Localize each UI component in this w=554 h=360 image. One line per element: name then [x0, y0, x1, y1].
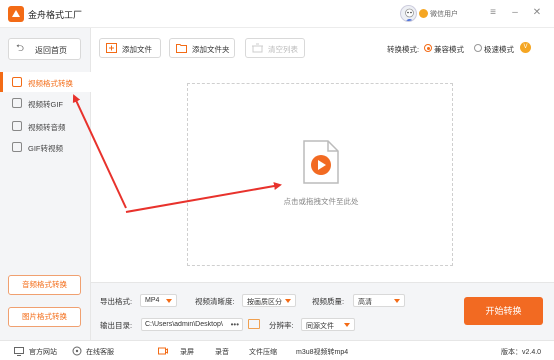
file-drop-zone[interactable]: 点击或拖拽文件至此处 — [187, 83, 453, 266]
add-folder-icon — [176, 44, 187, 53]
output-format-value: MP4 — [145, 297, 160, 304]
video-file-icon — [303, 140, 339, 184]
add-folder-button[interactable]: 添加文件夹 — [169, 38, 235, 58]
user-avatar[interactable] — [400, 5, 417, 22]
sidebar-item-label: GIF转视频 — [28, 144, 63, 153]
quality-value: 高清 — [358, 299, 372, 306]
sidebar-item-video-to-gif[interactable]: 视频转GIF — [0, 93, 91, 113]
output-format-label: 导出格式: — [100, 297, 133, 306]
settings-panel: 导出格式: MP4 视频清晰度: 按画质区分 视频质量: 高清 输出目录: C:… — [91, 282, 554, 340]
mode-compatible-radio[interactable] — [424, 44, 432, 52]
add-folder-label: 添加文件夹 — [192, 45, 230, 54]
vip-icon — [419, 9, 428, 18]
browse-dots-icon[interactable]: ••• — [231, 320, 239, 329]
mode-fast-label[interactable]: 极速模式 — [484, 44, 514, 55]
clarity-select[interactable]: 按画质区分 — [242, 294, 296, 307]
chevron-down-icon — [344, 323, 350, 327]
chevron-down-icon — [394, 299, 400, 303]
user-name[interactable]: 微信用户 — [430, 9, 458, 19]
clear-icon — [252, 43, 263, 53]
sidebar-item-gif-to-video[interactable]: GIF转视频 — [0, 137, 91, 157]
back-home-label: 返回首页 — [35, 46, 67, 55]
chevron-down-icon — [166, 299, 172, 303]
audio-icon — [12, 121, 22, 131]
tool-file-compress[interactable]: 文件压缩 — [249, 347, 277, 357]
website-icon — [14, 347, 24, 356]
mode-fast-radio[interactable] — [474, 44, 482, 52]
resolution-label: 分辨率: — [269, 321, 294, 330]
tool-screen-record[interactable]: 录屏 — [180, 347, 194, 357]
toolbar: 添加文件 添加文件夹 清空列表 转换模式: 兼容模式 极速模式 V — [91, 28, 554, 68]
add-file-icon — [106, 43, 117, 53]
sidebar-item-video-to-audio[interactable]: 视频转音频 — [0, 116, 91, 136]
app-title: 金舟格式工厂 — [28, 10, 83, 20]
clarity-label: 视频清晰度: — [195, 297, 235, 306]
back-arrow-icon: ⮌ — [16, 43, 25, 54]
sidebar-item-video-convert[interactable]: 视频格式转换 — [0, 72, 91, 92]
add-file-label: 添加文件 — [122, 45, 152, 54]
quality-select[interactable]: 高清 — [353, 294, 405, 307]
output-dir-label: 输出目录: — [100, 321, 133, 330]
clear-list-button[interactable]: 清空列表 — [245, 38, 305, 58]
tool-audio-record[interactable]: 录音 — [215, 347, 229, 357]
online-support-link[interactable]: 在线客服 — [86, 347, 114, 357]
start-convert-button[interactable]: 开始转换 — [464, 297, 543, 325]
drop-hint: 点击或拖拽文件至此处 — [283, 197, 359, 206]
status-bar: 官方网站 在线客服 录屏 录音 文件压缩 m3u8视频转mp4 版本：v2.4.… — [0, 340, 554, 360]
audio-convert-button[interactable]: 音频格式转换 — [8, 275, 81, 295]
image-convert-button[interactable]: 图片格式转换 — [8, 307, 81, 327]
menu-icon[interactable]: ≡ — [486, 6, 500, 20]
sidebar-item-label: 视频转GIF — [28, 100, 63, 109]
output-format-select[interactable]: MP4 — [140, 294, 177, 307]
sidebar-item-label: 视频格式转换 — [28, 79, 73, 88]
open-folder-icon[interactable] — [248, 319, 260, 329]
video-convert-icon — [12, 77, 22, 87]
version-label: 版本：v2.4.0 — [501, 349, 542, 356]
mode-compatible-label[interactable]: 兼容模式 — [434, 44, 464, 55]
resolution-select[interactable]: 同源文件 — [301, 318, 355, 331]
gif-icon — [12, 98, 22, 108]
add-file-button[interactable]: 添加文件 — [99, 38, 161, 58]
vip-badge-icon: V — [520, 42, 531, 53]
sidebar: ⮌ 返回首页 视频格式转换 视频转GIF 视频转音频 GIF转视频 音频格式转换… — [0, 28, 91, 340]
clear-list-label: 清空列表 — [268, 45, 298, 54]
quality-label: 视频质量: — [312, 297, 345, 306]
sidebar-item-label: 视频转音频 — [28, 123, 66, 132]
resolution-value: 同源文件 — [306, 323, 334, 330]
mode-label: 转换模式: — [387, 45, 420, 54]
close-icon[interactable]: ✕ — [530, 6, 544, 20]
tool-m3u8-to-mp4[interactable]: m3u8视频转mp4 — [296, 347, 348, 357]
title-bar: 金舟格式工厂 微信用户 ≡ – ✕ — [0, 0, 554, 28]
screen-record-icon — [158, 347, 168, 355]
app-logo — [8, 6, 24, 22]
output-dir-value: C:\Users\admin\Desktop\ — [145, 321, 223, 328]
output-dir-field[interactable]: C:\Users\admin\Desktop\ ••• — [141, 318, 243, 331]
minimize-icon[interactable]: – — [508, 6, 522, 20]
support-icon — [72, 346, 82, 356]
official-website-link[interactable]: 官方网站 — [29, 347, 57, 357]
clarity-value: 按画质区分 — [247, 299, 282, 306]
chevron-down-icon — [285, 299, 291, 303]
back-home-button[interactable]: ⮌ 返回首页 — [8, 38, 81, 60]
gif-video-icon — [12, 142, 22, 152]
